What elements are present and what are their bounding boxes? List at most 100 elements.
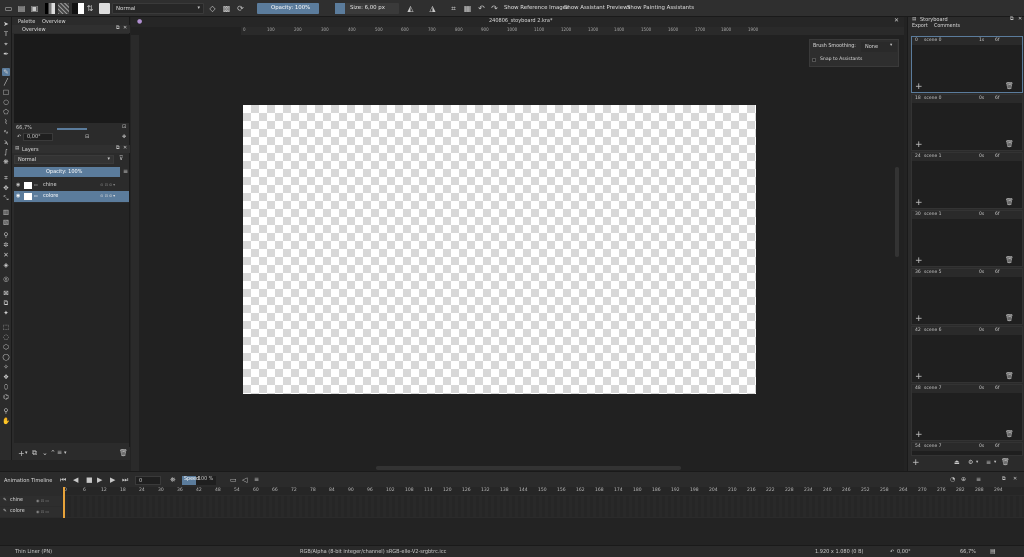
delete-scene-icon[interactable]: 🗑 [1005, 141, 1014, 148]
close-icon[interactable]: ✕ [123, 26, 127, 31]
stop-icon[interactable]: ■ [86, 477, 93, 484]
chevron-down-icon[interactable]: ▾ [976, 460, 978, 466]
speed-field[interactable]: Speed: 100 % [182, 476, 216, 485]
opacity-slider[interactable]: Opacity: 100% [257, 3, 319, 14]
add-layer-icon[interactable]: + [18, 450, 25, 458]
storyboard-item[interactable]: 42 scene 6 0s 6f + 🗑 [911, 326, 1023, 383]
scene-seconds[interactable]: 0s [979, 444, 984, 450]
menu-icon[interactable]: ≡ [976, 477, 981, 483]
storyboard-item[interactable]: 30 scene 1 0s 6f + 🗑 [911, 210, 1023, 267]
show-painting-assistants-button[interactable]: Show Painting Assistants [627, 5, 694, 11]
layer-flags-icon[interactable]: ⊙ ⊡ α ▾ [100, 194, 115, 198]
storyboard-item[interactable]: 0 scene 0 1s 6f + 🗑 [911, 36, 1023, 93]
layer-row[interactable]: ◉ ▭ chine ⊙ ⊡ α ▾ [14, 180, 129, 191]
vertical-ruler[interactable] [131, 35, 139, 471]
add-scene-icon[interactable]: + [915, 83, 923, 92]
storyboard-item[interactable]: 18 scene 0 0s 6f + 🗑 [911, 94, 1023, 151]
gradient-swatch[interactable] [45, 3, 55, 14]
status-zoom[interactable]: 66,7% [960, 549, 976, 555]
preserve-alpha-icon[interactable]: ▩ [222, 4, 231, 13]
size-slider[interactable]: Size: 6,00 px [345, 3, 399, 14]
scene-seconds[interactable]: 0s [979, 154, 984, 160]
duplicate-layer-icon[interactable]: ⧉ [32, 450, 37, 457]
delete-scene-icon[interactable]: 🗑 [1005, 431, 1014, 438]
delete-layer-icon[interactable]: 🗑 [119, 450, 128, 457]
arrange-icon[interactable]: ⚙ [968, 460, 973, 466]
polygon-select-icon[interactable]: ⬡ [2, 343, 10, 351]
layer-name[interactable]: chine [43, 183, 57, 188]
go-to-start-icon[interactable]: ⏮ [60, 477, 66, 484]
edit-shapes-icon[interactable]: ⌖ [2, 40, 10, 48]
add-scene-icon[interactable]: + [915, 257, 923, 266]
chevron-down-icon[interactable]: ▾ [64, 451, 67, 456]
move-down-icon[interactable]: ⌄ [42, 450, 48, 457]
delete-scene-icon[interactable]: 🗑 [1001, 459, 1010, 466]
layer-flags-icon[interactable]: ◉ ⊡ ▭ [36, 498, 49, 503]
visibility-eye-icon[interactable]: ◉ [16, 183, 20, 188]
onion-skin-toggle-icon[interactable]: ◔ [950, 477, 955, 483]
status-rotation[interactable]: 0,00° [897, 549, 911, 555]
gradient-tool-icon[interactable]: ▥ [2, 208, 10, 216]
contiguous-select-icon[interactable]: ✧ [2, 363, 10, 371]
layer-row[interactable]: ◉ ▭ colore ⊙ ⊡ α ▾ [14, 191, 129, 202]
scene-name[interactable]: scene 1 [924, 154, 942, 160]
scene-name[interactable]: scene 6 [924, 328, 942, 334]
horizontal-scrollbar[interactable] [376, 466, 681, 470]
new-document-icon[interactable]: ▭ [4, 4, 13, 13]
scene-seconds[interactable]: 0s [979, 96, 984, 102]
drop-frames-icon[interactable]: ▭ [230, 477, 237, 484]
settings-icon[interactable]: ≡ [254, 477, 259, 483]
close-icon[interactable]: ✕ [123, 146, 127, 151]
scene-seconds[interactable]: 0s [979, 212, 984, 218]
scene-seconds[interactable]: 0s [979, 386, 984, 392]
fit-view-icon[interactable]: ⊡ [122, 125, 126, 130]
mirror-horizontal-icon[interactable]: ◭ [406, 4, 415, 13]
delete-scene-icon[interactable]: 🗑 [1005, 373, 1014, 380]
add-scene-icon[interactable]: + [915, 431, 923, 440]
delete-scene-icon[interactable]: 🗑 [1005, 83, 1014, 90]
transform-tool-icon[interactable]: ⤡ [2, 194, 10, 202]
overview-zoom[interactable]: 66,7% [16, 126, 32, 131]
scene-seconds[interactable]: 0s [979, 270, 984, 276]
move-tool-icon[interactable]: ✥ [2, 184, 10, 192]
pattern-swatch[interactable] [58, 3, 69, 14]
layer-name[interactable]: colore [43, 194, 58, 199]
magnetic-select-icon[interactable]: ⌬ [2, 393, 10, 401]
close-icon[interactable]: ✕ [1018, 17, 1022, 22]
timeline-layer-name[interactable]: chine [10, 498, 23, 504]
timeline-layer-row[interactable]: ✎ chine ◉ ⊡ ▭ [0, 496, 62, 506]
zoom-tool-icon[interactable]: ⚲ [2, 407, 10, 415]
bezier-tool-icon[interactable]: ∿ [2, 128, 10, 136]
layer-flags-icon[interactable]: ⊙ ⊡ α ▾ [100, 183, 115, 187]
layer-opacity-slider[interactable]: Opacity: 100% [14, 167, 120, 177]
scene-name[interactable]: scene 1 [924, 212, 942, 218]
similar-select-icon[interactable]: ❖ [2, 373, 10, 381]
rect-select-icon[interactable]: ⬚ [2, 323, 10, 331]
status-color-info[interactable]: RGB/Alpha (8-bit integer/channel) sRGB-e… [300, 549, 446, 555]
mirror-view-icon[interactable]: ⊟ [85, 135, 89, 140]
select-shapes-icon[interactable]: ➤ [2, 20, 10, 28]
canvas-document[interactable] [243, 105, 756, 394]
snap-to-assistants-checkbox[interactable] [812, 58, 816, 62]
add-scene-icon[interactable]: + [912, 459, 920, 468]
layer-blend-select[interactable]: Normal ▾ [14, 155, 114, 164]
polygon-tool-icon[interactable]: ⬠ [2, 108, 10, 116]
open-folder-icon[interactable]: ▤ [17, 4, 26, 13]
add-scene-icon[interactable]: + [915, 199, 923, 208]
horizontal-ruler[interactable]: 0 100 200 300 400 500 600 700 800 900 10… [241, 27, 904, 35]
delete-scene-icon[interactable]: 🗑 [1005, 199, 1014, 206]
undo-icon[interactable]: ↶ [477, 4, 486, 13]
filter-icon[interactable]: ⊽ [119, 156, 123, 162]
background-color[interactable] [78, 3, 84, 14]
ellipse-tool-icon[interactable]: ○ [2, 98, 10, 106]
scene-name[interactable]: scene 7 [924, 386, 942, 392]
freehand-select-icon[interactable]: ◯ [2, 353, 10, 361]
dynamic-brush-icon[interactable]: ∫ [2, 148, 10, 156]
storyboard-item[interactable]: 54 scene 7 0s 6f [911, 442, 1023, 456]
color-picker-icon[interactable]: ⚲ [2, 231, 10, 239]
close-icon[interactable]: ✕ [1013, 477, 1017, 482]
frame-grid[interactable] [65, 496, 1024, 517]
status-brush-name[interactable]: Thin Liner (PN) [15, 549, 52, 555]
scene-name[interactable]: scene 5 [924, 270, 942, 276]
size-slider-fill[interactable] [335, 3, 345, 14]
